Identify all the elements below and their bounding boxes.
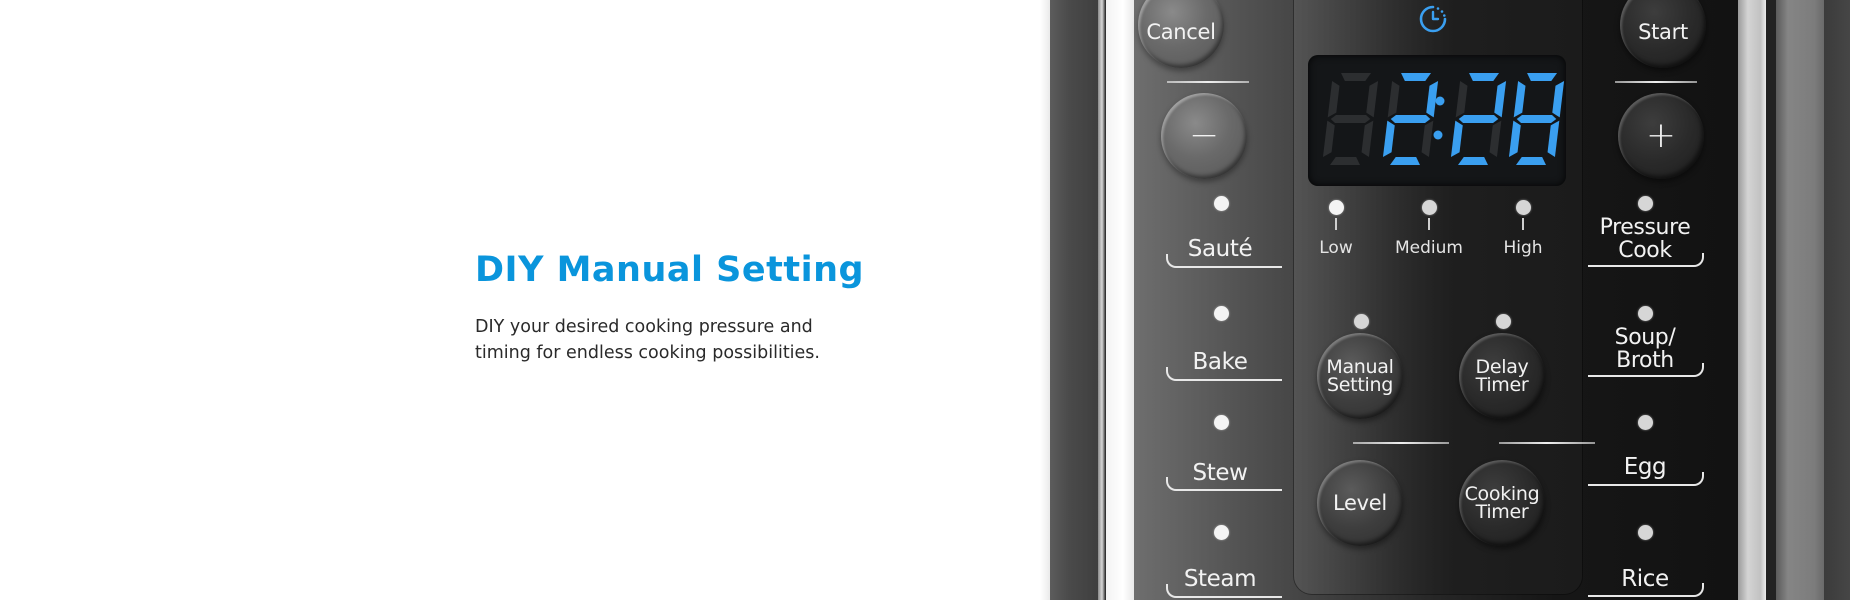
manual-setting-indicator	[1354, 314, 1369, 329]
mode-underline	[1588, 363, 1704, 377]
start-button-label: Start	[1638, 20, 1688, 44]
divider	[1499, 442, 1595, 444]
lcd-segment	[1366, 81, 1379, 118]
mode-pressure-cook-line: Pressure	[1599, 215, 1691, 240]
lcd-segment	[1547, 120, 1560, 157]
rice-indicator	[1638, 525, 1653, 540]
mode-underline	[1166, 584, 1282, 598]
mode-underline	[1166, 477, 1282, 491]
right-silver-bezel	[1738, 0, 1766, 600]
lcd-segment	[1341, 73, 1372, 81]
mode-underline	[1588, 253, 1704, 267]
pressure-cook-indicator	[1638, 196, 1653, 211]
cooking-timer-label-line: Timer	[1475, 501, 1529, 523]
lcd-segment	[1330, 115, 1371, 123]
lcd-segment	[1382, 120, 1395, 157]
feature-description: DIY your desired cooking pressure and ti…	[475, 314, 895, 366]
lcd-segment	[1327, 81, 1340, 118]
mode-underline	[1166, 367, 1282, 381]
feature-description-line: DIY your desired cooking pressure and	[475, 317, 813, 337]
manual-setting-label: Manual Setting	[1326, 358, 1394, 396]
lcd-segment	[1494, 81, 1507, 118]
lcd-segment	[1387, 81, 1400, 118]
right-housing-textured	[1776, 0, 1824, 600]
pressure-tick	[1335, 218, 1337, 230]
pressure-level-medium[interactable]: Medium	[1384, 238, 1474, 258]
pressure-level-high[interactable]: High	[1478, 238, 1568, 258]
lcd-segment	[1361, 120, 1374, 157]
manual-setting-button[interactable]: Manual Setting	[1317, 333, 1403, 419]
lcd-segment	[1450, 120, 1463, 157]
lcd-segment	[1458, 115, 1499, 123]
lcd-segment	[1401, 73, 1432, 81]
lcd-segment	[1513, 81, 1526, 118]
lcd-segment	[1489, 120, 1502, 157]
mode-underline	[1588, 472, 1704, 486]
lcd-segment	[1516, 115, 1557, 123]
minus-icon: −	[1188, 115, 1220, 156]
lcd-segment	[1516, 157, 1546, 165]
plus-button[interactable]: +	[1618, 93, 1704, 179]
saute-indicator	[1214, 196, 1229, 211]
lcd-digits	[1322, 73, 1565, 165]
pressure-level-low[interactable]: Low	[1291, 238, 1381, 258]
lcd-segment	[1390, 115, 1431, 123]
left-white-bezel	[1106, 0, 1134, 600]
delay-timer-label: Delay Timer	[1475, 358, 1529, 396]
soup-broth-indicator	[1638, 306, 1653, 321]
steam-indicator	[1214, 525, 1229, 540]
lcd-segment	[1322, 120, 1335, 157]
right-housing-body	[1824, 0, 1850, 600]
lcd-segment	[1458, 157, 1488, 165]
lcd-colon-dot	[1435, 96, 1445, 106]
lcd-segment	[1552, 81, 1565, 118]
pressure-indicator-low	[1329, 200, 1344, 215]
lcd-segment	[1527, 73, 1558, 81]
egg-indicator	[1638, 415, 1653, 430]
lcd-colon-dot	[1433, 130, 1443, 140]
clock-icon	[1419, 5, 1447, 33]
cancel-button-label: Cancel	[1146, 20, 1216, 44]
level-button[interactable]: Level	[1317, 460, 1403, 546]
left-silver-bezel	[1098, 0, 1106, 600]
cooking-timer-label: Cooking Timer	[1465, 485, 1540, 523]
level-button-label: Level	[1333, 491, 1387, 515]
minus-button[interactable]: −	[1161, 93, 1247, 179]
pressure-indicator-high	[1516, 200, 1531, 215]
delay-timer-indicator	[1496, 314, 1511, 329]
stew-indicator	[1214, 415, 1229, 430]
divider	[1167, 81, 1249, 83]
cooking-timer-button[interactable]: Cooking Timer	[1459, 460, 1545, 546]
feature-description-line: timing for endless cooking possibilities…	[475, 343, 820, 363]
feature-title: DIY Manual Setting	[475, 250, 865, 290]
mode-soup-broth-line: Soup/	[1614, 325, 1676, 350]
pressure-tick	[1522, 218, 1524, 230]
lcd-segment	[1390, 157, 1420, 165]
manual-setting-label-line: Setting	[1327, 374, 1393, 396]
lcd-segment	[1469, 73, 1500, 81]
delay-timer-label-line: Timer	[1475, 374, 1529, 396]
divider	[1615, 81, 1697, 83]
left-housing-trim	[1050, 0, 1098, 600]
lcd-display	[1308, 55, 1566, 186]
lcd-segment	[1455, 81, 1468, 118]
bake-indicator	[1214, 306, 1229, 321]
mode-underline	[1588, 583, 1704, 597]
lcd-segment	[1421, 120, 1434, 157]
mode-underline	[1166, 254, 1282, 268]
plus-icon: +	[1645, 115, 1677, 156]
pressure-indicator-medium	[1422, 200, 1437, 215]
lcd-segment	[1330, 157, 1360, 165]
pressure-tick	[1428, 218, 1430, 230]
feature-text-block: DIY Manual Setting DIY your desired cook…	[475, 250, 895, 366]
divider	[1353, 442, 1449, 444]
pressure-cooker-control-panel: Cancel − Start + Low Medium High Manual …	[1040, 0, 1850, 600]
delay-timer-button[interactable]: Delay Timer	[1459, 333, 1545, 419]
lcd-segment	[1508, 120, 1521, 157]
right-dark-gap	[1766, 0, 1776, 600]
